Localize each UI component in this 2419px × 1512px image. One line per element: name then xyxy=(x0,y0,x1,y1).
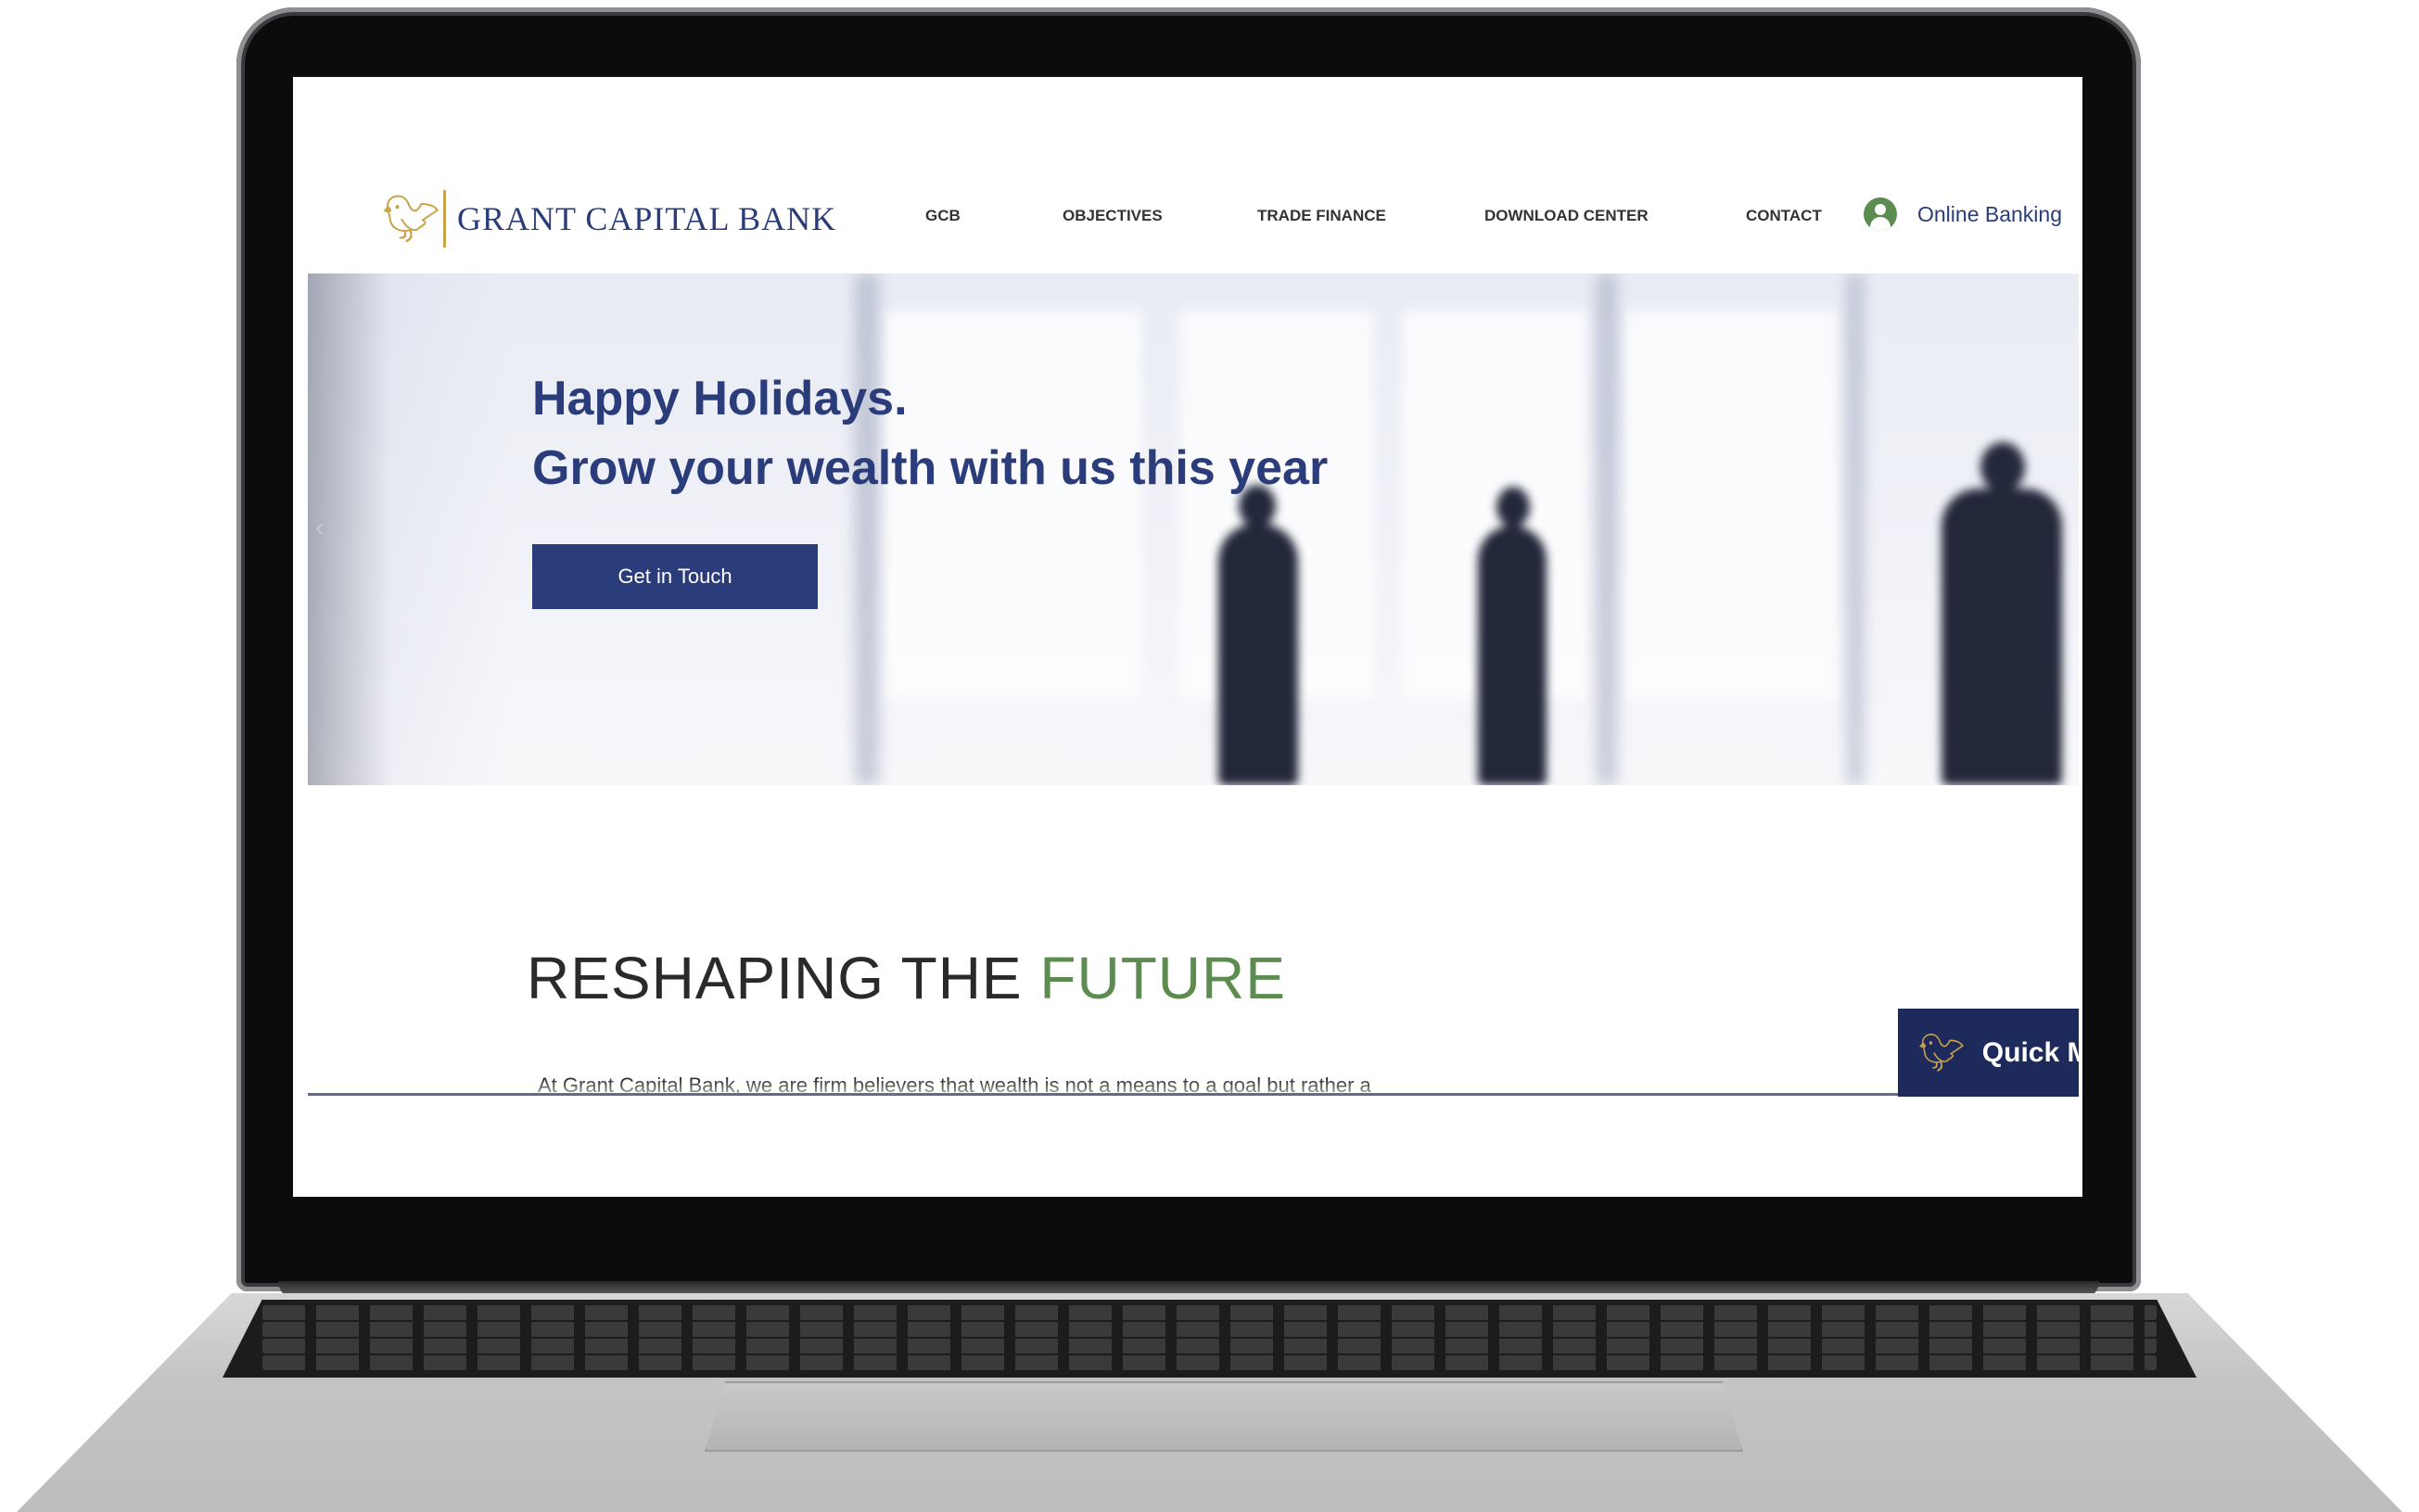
nav-item-contact[interactable]: CONTACT xyxy=(1746,207,1822,225)
page-bottom xyxy=(293,1096,2082,1197)
online-banking-link[interactable]: Online Banking xyxy=(1864,197,2062,231)
keyboard-row xyxy=(261,1339,2158,1353)
background-pillar xyxy=(1597,273,1617,785)
chevron-left-icon[interactable]: ‹ xyxy=(315,513,324,542)
background-window xyxy=(1624,311,1838,700)
hero-headline: Happy Holidays. Grow your wealth with us… xyxy=(532,364,1328,503)
keyboard-row xyxy=(261,1305,2158,1320)
main-nav: GCB OBJECTIVES TRADE FINANCE DOWNLOAD CE… xyxy=(293,207,2082,244)
nav-item-download-center[interactable]: DOWNLOAD CENTER xyxy=(1484,207,1649,225)
laptop-keyboard xyxy=(223,1300,2196,1378)
section-title-accent: FUTURE xyxy=(1039,945,1286,1011)
nav-item-objectives[interactable]: OBJECTIVES xyxy=(1063,207,1163,225)
background-pillar xyxy=(1847,273,1864,785)
background-pillar xyxy=(855,273,879,785)
get-in-touch-button[interactable]: Get in Touch xyxy=(532,544,818,609)
section-title-main: RESHAPING THE xyxy=(527,945,1040,1011)
quick-menu-button[interactable]: 🐦︎ Quick M xyxy=(1898,1009,2079,1097)
nav-item-trade-finance[interactable]: TRADE FINANCE xyxy=(1257,207,1386,225)
user-account-icon xyxy=(1864,197,1897,231)
keyboard-row xyxy=(261,1322,2158,1337)
online-banking-label: Online Banking xyxy=(1917,201,2062,226)
bird-logo-icon: 🐦︎ xyxy=(1918,1033,1966,1074)
section-title: RESHAPING THE FUTURE xyxy=(527,944,1286,1012)
hero-title-line1: Happy Holidays. xyxy=(532,372,908,426)
hero-slideshow: Happy Holidays. Grow your wealth with us… xyxy=(308,273,2079,785)
nav-item-gcb[interactable]: GCB xyxy=(925,207,961,225)
hero-title-line2: Grow your wealth with us this year xyxy=(532,441,1329,495)
quick-menu-label: Quick M xyxy=(1981,1036,2079,1068)
laptop-screen: 🐦︎ GRANT CAPITAL BANK GCB OBJECTIVES TRA… xyxy=(293,77,2082,1197)
keyboard-row xyxy=(261,1355,2158,1370)
laptop-trackpad xyxy=(705,1381,1743,1452)
